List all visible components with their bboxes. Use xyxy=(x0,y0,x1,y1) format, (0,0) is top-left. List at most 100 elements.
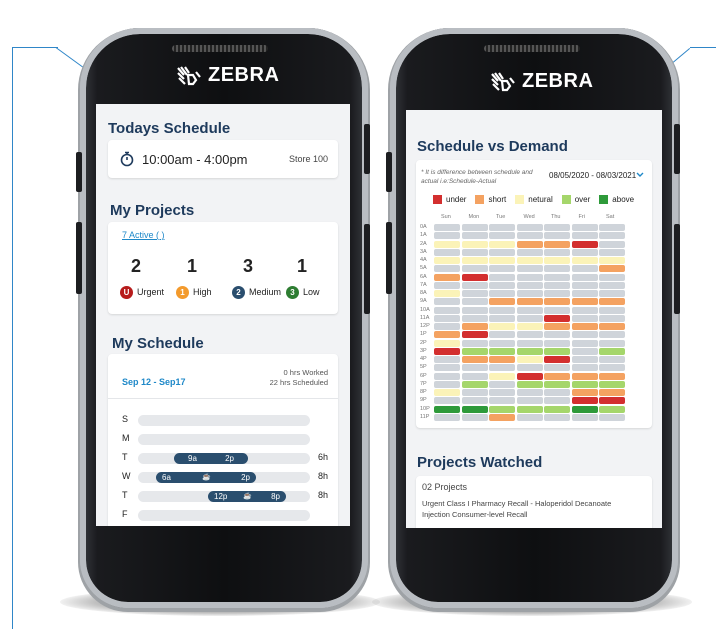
heatmap-cell[interactable] xyxy=(461,364,488,372)
heatmap-cell[interactable] xyxy=(489,356,515,363)
heatmap-cell[interactable] xyxy=(434,356,460,363)
heatmap-cell[interactable] xyxy=(461,265,488,273)
heatmap-cell[interactable] xyxy=(434,306,460,314)
heatmap-cell[interactable] xyxy=(544,314,570,322)
heatmap-cell[interactable] xyxy=(516,356,543,363)
heatmap-cell[interactable] xyxy=(516,290,543,297)
heatmap-cell[interactable] xyxy=(571,290,598,297)
heatmap-cell[interactable] xyxy=(571,347,598,355)
heatmap-cell[interactable] xyxy=(516,339,543,347)
heatmap-cell[interactable] xyxy=(434,413,460,421)
heatmap-cell[interactable] xyxy=(461,380,488,388)
heatmap-cell[interactable] xyxy=(489,273,515,281)
chevron-down-icon[interactable] xyxy=(636,172,644,178)
heatmap-cell[interactable] xyxy=(599,306,625,314)
heatmap-cell[interactable] xyxy=(544,306,570,314)
todays-schedule-card[interactable]: 10:00am - 4:00pm Store 100 xyxy=(108,140,338,178)
heatmap-cell[interactable] xyxy=(434,323,460,330)
heatmap-cell[interactable] xyxy=(544,331,570,339)
heatmap-cell[interactable] xyxy=(434,265,460,273)
heatmap-cell[interactable] xyxy=(516,224,543,231)
heatmap-cell[interactable] xyxy=(571,380,598,388)
heatmap-cell[interactable] xyxy=(461,405,488,413)
heatmap-cell[interactable] xyxy=(571,323,598,330)
heatmap-cell[interactable] xyxy=(544,380,570,388)
heatmap-cell[interactable] xyxy=(489,323,515,330)
heatmap-cell[interactable] xyxy=(434,347,460,355)
heatmap-cell[interactable] xyxy=(461,240,488,248)
heatmap-cell[interactable] xyxy=(571,224,598,231)
heatmap-cell[interactable] xyxy=(571,248,598,256)
heatmap-cell[interactable] xyxy=(571,257,598,264)
heatmap-cell[interactable] xyxy=(489,248,515,256)
heatmap-cell[interactable] xyxy=(516,281,543,289)
heatmap-cell[interactable] xyxy=(461,281,488,289)
heatmap-cell[interactable] xyxy=(571,232,598,240)
heatmap-cell[interactable] xyxy=(461,314,488,322)
heatmap-cell[interactable] xyxy=(516,397,543,405)
heatmap-cell[interactable] xyxy=(516,298,543,306)
heatmap-cell[interactable] xyxy=(544,298,570,306)
heatmap-cell[interactable] xyxy=(489,413,515,421)
shift-bar[interactable]: 12p 8p ☕ xyxy=(208,491,286,502)
heatmap-cell[interactable] xyxy=(434,281,460,289)
heatmap-cell[interactable] xyxy=(489,372,515,380)
heatmap-cell[interactable] xyxy=(461,306,488,314)
heatmap-cell[interactable] xyxy=(544,389,570,396)
heatmap-cell[interactable] xyxy=(599,248,625,256)
project-priority-urgent[interactable]: U Urgent xyxy=(120,286,164,299)
heatmap-cell[interactable] xyxy=(599,397,625,405)
heatmap-cell[interactable] xyxy=(434,389,460,396)
heatmap-cell[interactable] xyxy=(544,273,570,281)
heatmap-cell[interactable] xyxy=(599,314,625,322)
heatmap-cell[interactable] xyxy=(571,372,598,380)
heatmap-cell[interactable] xyxy=(489,232,515,240)
heatmap-cell[interactable] xyxy=(489,298,515,306)
heatmap-cell[interactable] xyxy=(434,380,460,388)
heatmap-cell[interactable] xyxy=(544,265,570,273)
heatmap-cell[interactable] xyxy=(571,298,598,306)
heatmap-cell[interactable] xyxy=(571,265,598,273)
heatmap-cell[interactable] xyxy=(434,397,460,405)
heatmap-cell[interactable] xyxy=(489,265,515,273)
heatmap-cell[interactable] xyxy=(544,364,570,372)
heatmap-cell[interactable] xyxy=(544,397,570,405)
heatmap-cell[interactable] xyxy=(599,257,625,264)
heatmap-cell[interactable] xyxy=(599,339,625,347)
shift-bar[interactable]: 6a 2p ☕ xyxy=(156,472,256,483)
heatmap-cell[interactable] xyxy=(461,347,488,355)
screen-right[interactable]: Schedule vs Demand * It is difference be… xyxy=(406,110,662,528)
heatmap-cell[interactable] xyxy=(571,281,598,289)
heatmap-cell[interactable] xyxy=(599,265,625,273)
heatmap-cell[interactable] xyxy=(571,356,598,363)
heatmap-cell[interactable] xyxy=(516,372,543,380)
heatmap-cell[interactable] xyxy=(461,257,488,264)
heatmap-cell[interactable] xyxy=(489,397,515,405)
heatmap-cell[interactable] xyxy=(571,331,598,339)
heatmap-cell[interactable] xyxy=(516,240,543,248)
heatmap-cell[interactable] xyxy=(516,265,543,273)
heatmap-cell[interactable] xyxy=(489,257,515,264)
heatmap-cell[interactable] xyxy=(599,323,625,330)
heatmap-cell[interactable] xyxy=(516,257,543,264)
heatmap-cell[interactable] xyxy=(461,372,488,380)
heatmap-cell[interactable] xyxy=(434,372,460,380)
heatmap-cell[interactable] xyxy=(599,331,625,339)
heatmap-cell[interactable] xyxy=(516,405,543,413)
heatmap-cell[interactable] xyxy=(571,240,598,248)
heatmap-cell[interactable] xyxy=(599,224,625,231)
heatmap-cell[interactable] xyxy=(489,281,515,289)
heatmap-cell[interactable] xyxy=(434,298,460,306)
heatmap-cell[interactable] xyxy=(544,257,570,264)
heatmap-cell[interactable] xyxy=(434,364,460,372)
heatmap-cell[interactable] xyxy=(516,380,543,388)
heatmap-cell[interactable] xyxy=(516,314,543,322)
heatmap-cell[interactable] xyxy=(434,290,460,297)
heatmap-cell[interactable] xyxy=(599,232,625,240)
heatmap-cell[interactable] xyxy=(544,323,570,330)
heatmap-cell[interactable] xyxy=(516,306,543,314)
heatmap-cell[interactable] xyxy=(516,248,543,256)
heatmap-cell[interactable] xyxy=(434,331,460,339)
heatmap-cell[interactable] xyxy=(461,356,488,363)
heatmap-cell[interactable] xyxy=(571,306,598,314)
